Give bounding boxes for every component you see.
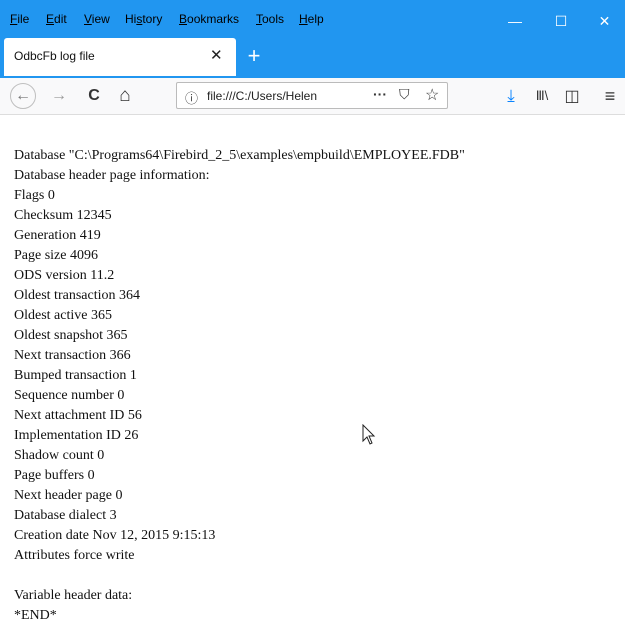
sequence-number-line: Sequence number 0: [14, 388, 125, 403]
url-fade: [327, 89, 367, 105]
next-header-page-line: Next header page 0: [14, 488, 123, 503]
tab-title: OdbcFb log file: [14, 49, 95, 63]
menu-tools[interactable]: Tools: [256, 12, 284, 26]
close-window-button[interactable]: ✕: [584, 8, 625, 34]
menu-edit[interactable]: Edit: [46, 12, 67, 26]
creation-date-line: Creation date Nov 12, 2015 9:15:13: [14, 528, 216, 543]
bumped-transaction-line: Bumped transaction 1: [14, 368, 137, 383]
url-bar[interactable]: ⓘ file:///C:/Users/Helen ··· ⛉ ☆: [176, 82, 448, 109]
ods-version-line: ODS version 11.2: [14, 268, 115, 283]
implementation-id-line: Implementation ID 26: [14, 428, 139, 443]
browser-titlebar: File Edit View History Bookmarks Tools H…: [0, 0, 625, 78]
oldest-transaction-line: Oldest transaction 364: [14, 288, 140, 303]
mouse-cursor-icon: [362, 424, 376, 445]
next-attachment-id-line: Next attachment ID 56: [14, 408, 142, 423]
next-transaction-line: Next transaction 366: [14, 348, 131, 363]
end-marker-line: *END*: [14, 608, 57, 623]
bookmark-star-icon[interactable]: ☆: [425, 85, 439, 105]
database-path-line: Database "C:\Programs64\Firebird_2_5\exa…: [14, 148, 465, 163]
download-icon[interactable]: ⤓: [497, 83, 525, 109]
menu-bar: File Edit View History Bookmarks Tools H…: [0, 0, 625, 38]
menu-help[interactable]: Help: [299, 12, 324, 26]
menu-view[interactable]: View: [84, 12, 110, 26]
maximize-button[interactable]: ☐: [538, 8, 584, 34]
reload-button[interactable]: C: [80, 83, 108, 109]
flags-line: Flags 0: [14, 188, 55, 203]
new-tab-button[interactable]: +: [238, 40, 270, 72]
database-dialect-line: Database dialect 3: [14, 508, 117, 523]
pocket-icon[interactable]: ⛉: [399, 86, 410, 103]
menu-history[interactable]: History: [125, 12, 162, 26]
tab-close-icon[interactable]: ✕: [210, 46, 223, 64]
oldest-active-line: Oldest active 365: [14, 308, 112, 323]
menu-file[interactable]: File: [10, 12, 29, 26]
info-icon[interactable]: ⓘ: [185, 88, 198, 107]
home-button[interactable]: ⌂: [111, 83, 139, 109]
forward-button[interactable]: →: [45, 83, 73, 109]
tab-odbcfb-log[interactable]: OdbcFb log file ✕: [4, 38, 236, 76]
generation-line: Generation 419: [14, 228, 101, 243]
sidebar-icon[interactable]: ◫: [558, 83, 586, 109]
page-actions-icon[interactable]: ···: [373, 86, 387, 102]
header-info-title: Database header page information:: [14, 168, 210, 183]
minimize-button[interactable]: —: [492, 8, 538, 34]
oldest-snapshot-line: Oldest snapshot 365: [14, 328, 128, 343]
page-buffers-line: Page buffers 0: [14, 468, 95, 483]
hamburger-menu-icon[interactable]: ≡: [596, 83, 624, 109]
checksum-line: Checksum 12345: [14, 208, 112, 223]
menu-bookmarks[interactable]: Bookmarks: [179, 12, 239, 26]
back-button[interactable]: ←: [10, 83, 36, 109]
navigation-toolbar: ← → C ⌂ ⓘ file:///C:/Users/Helen ··· ⛉ ☆…: [0, 78, 625, 115]
library-icon[interactable]: Ⅲ\: [528, 83, 556, 109]
shadow-count-line: Shadow count 0: [14, 448, 105, 463]
page-size-line: Page size 4096: [14, 248, 98, 263]
attributes-line: Attributes force write: [14, 548, 135, 563]
page-content: Database "C:\Programs64\Firebird_2_5\exa…: [14, 146, 465, 626]
variable-header-data-line: Variable header data:: [14, 588, 133, 603]
